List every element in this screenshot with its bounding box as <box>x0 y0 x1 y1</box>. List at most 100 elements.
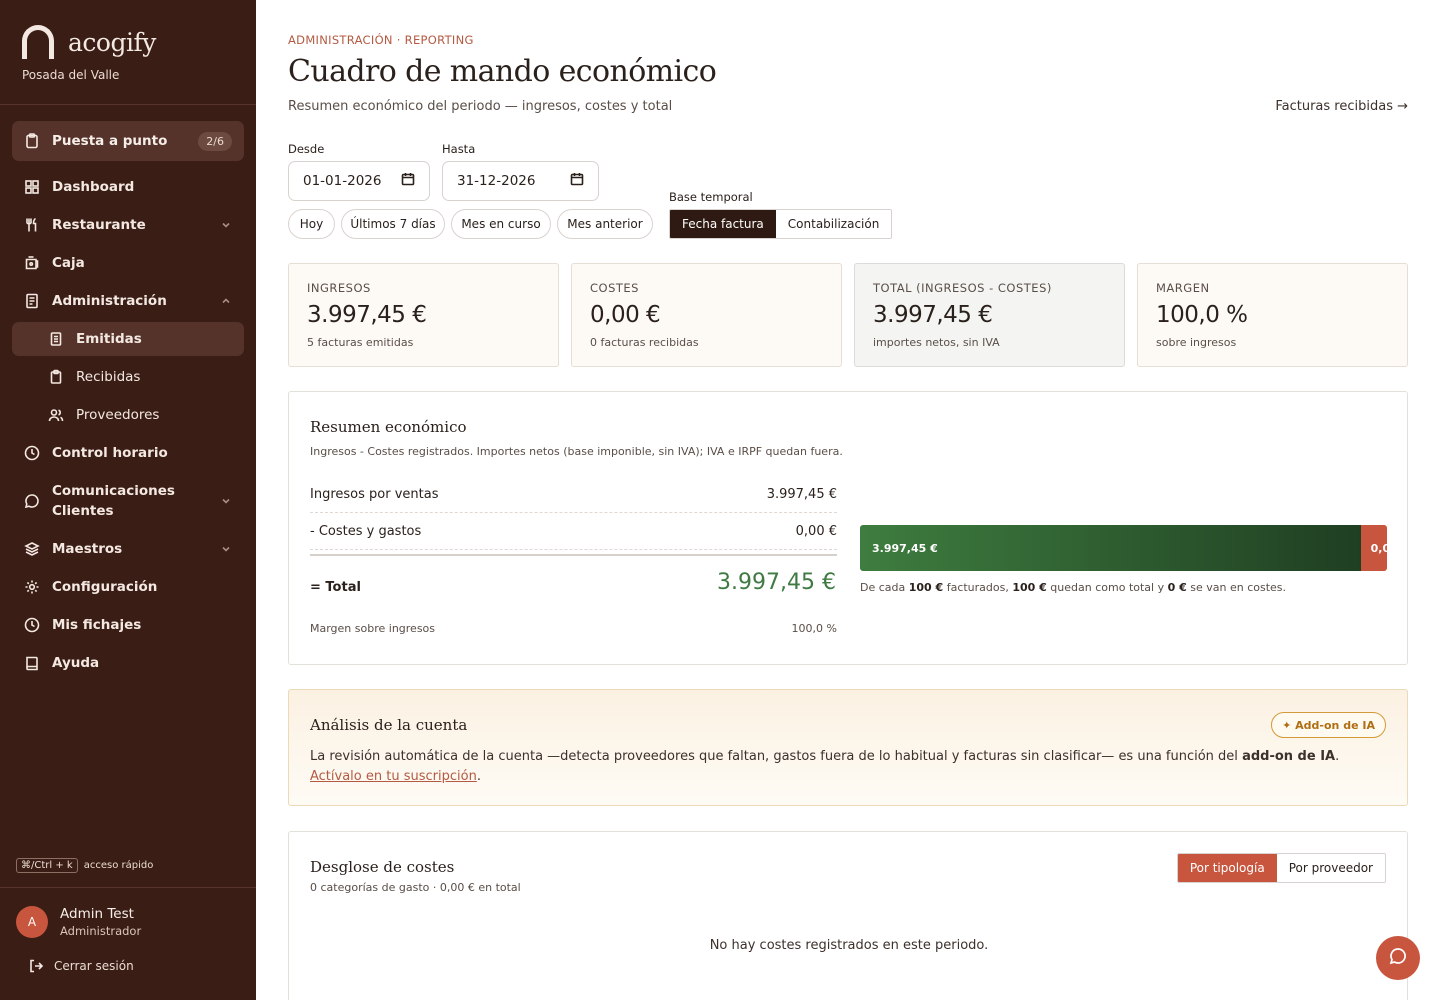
avatar: A <box>16 906 48 938</box>
kpi-card-ingresos: INGRESOS 3.997,45 € 5 facturas emitidas <box>288 263 559 367</box>
gear-icon <box>24 579 40 595</box>
sidebar-item-recibidas[interactable]: Recibidas <box>12 360 244 394</box>
grid-icon <box>24 179 40 195</box>
empty-state-message: No hay costes registrados en este period… <box>709 938 989 953</box>
chat-bubble-icon <box>1388 946 1408 970</box>
kpi-label: INGRESOS <box>307 281 371 295</box>
sidebar-item-label: Control horario <box>52 445 168 461</box>
quick-access-hint[interactable]: ⌘/Ctrl + k acceso rápido <box>16 858 153 873</box>
sidebar-item-label: Administración <box>52 293 167 309</box>
kpi-subtext: importes netos, sin IVA <box>873 336 1000 349</box>
time-base-accounting[interactable]: Contabilización <box>775 210 892 238</box>
sidebar-item-restaurante[interactable]: Restaurante <box>12 208 244 242</box>
costs-value: 0,00 € <box>795 524 837 539</box>
calendar-icon[interactable] <box>570 172 584 190</box>
bar-cost-segment: 0,00 € <box>1360 525 1387 571</box>
sidebar-item-maestros[interactable]: Maestros <box>12 532 244 566</box>
income-row: Ingresos por ventas 3.997,45 € <box>310 487 837 502</box>
brand-logo[interactable]: acogify <box>22 22 156 62</box>
sidebar-item-label: Mis fichajes <box>52 617 142 633</box>
breakdown-toggle: Por tipología Por proveedor <box>1176 853 1386 883</box>
sidebar-item-caja[interactable]: Caja <box>12 246 244 280</box>
sidebar-item-comunicaciones[interactable]: Comunicaciones Clientes <box>12 480 244 522</box>
caption-text: quedan como total y <box>1046 581 1168 594</box>
clipboard-icon <box>24 133 40 149</box>
breakdown-description: 0 categorías de gasto · 0,00 € en total <box>310 881 521 894</box>
income-value: 3.997,45 € <box>766 487 837 502</box>
shortcut-label: acceso rápido <box>83 860 154 871</box>
sidebar-item-administracion[interactable]: Administración <box>12 284 244 318</box>
preset-hoy-button[interactable]: Hoy <box>288 209 335 239</box>
margin-row: Margen sobre ingresos 100,0 % <box>310 622 837 635</box>
from-label: Desde <box>288 142 325 156</box>
sidebar-divider <box>0 887 256 888</box>
kpi-card-total: TOTAL (INGRESOS - COSTES) 3.997,45 € imp… <box>854 263 1125 367</box>
document-icon <box>24 293 40 309</box>
margin-label: Margen sobre ingresos <box>310 622 436 635</box>
book-icon <box>24 655 40 671</box>
user-profile[interactable]: A Admin Test Administrador <box>16 906 141 938</box>
sidebar-item-mis-fichajes[interactable]: Mis fichajes <box>12 608 244 642</box>
calendar-icon[interactable] <box>401 172 415 190</box>
received-invoices-link[interactable]: Facturas recibidas → <box>1275 99 1408 114</box>
preset-current-month-button[interactable]: Mes en curso <box>451 209 551 239</box>
sidebar-item-label: Configuración <box>52 579 158 595</box>
caption-amount: 100 € <box>908 581 944 594</box>
time-base-toggle: Fecha factura Contabilización <box>669 209 893 239</box>
sidebar-item-label: Dashboard <box>52 179 135 195</box>
to-date-input[interactable]: 31-12-2026 <box>442 161 599 201</box>
sidebar-item-label: Puesta a punto <box>52 133 168 149</box>
margin-value: 100,0 % <box>791 622 837 635</box>
caption-text: De cada <box>860 581 909 594</box>
summary-title: Resumen económico <box>310 418 467 436</box>
brand-name: acogify <box>68 27 156 57</box>
sidebar-item-label: Proveedores <box>76 407 160 423</box>
logout-icon <box>28 958 44 974</box>
logout-label: Cerrar sesión <box>54 959 134 973</box>
by-supplier-button[interactable]: Por proveedor <box>1276 854 1385 882</box>
invoice-icon <box>48 331 64 347</box>
kpi-value: 3.997,45 € <box>307 302 427 328</box>
from-date-input[interactable]: 01-01-2026 <box>288 161 430 201</box>
sidebar-item-dashboard[interactable]: Dashboard <box>12 170 244 204</box>
kpi-subtext: 5 facturas emitidas <box>307 336 414 349</box>
preset-last-month-button[interactable]: Mes anterior <box>557 209 653 239</box>
logout-button[interactable]: Cerrar sesión <box>28 958 134 974</box>
user-name: Admin Test <box>60 906 134 922</box>
bar-caption: De cada 100 € facturados, 100 € quedan c… <box>860 581 1286 594</box>
to-label: Hasta <box>442 142 476 156</box>
page-title: Cuadro de mando económico <box>288 54 717 89</box>
sidebar-item-control-horario[interactable]: Control horario <box>12 436 244 470</box>
caption-text: se van en costes. <box>1186 581 1287 594</box>
kpi-subtext: sobre ingresos <box>1156 336 1237 349</box>
chat-support-button[interactable] <box>1376 936 1420 980</box>
sidebar-item-emitidas[interactable]: Emitidas <box>12 322 244 356</box>
kpi-label: COSTES <box>590 281 639 295</box>
from-date-value: 01-01-2026 <box>303 173 382 189</box>
sidebar-item-setup[interactable]: Puesta a punto 2/6 <box>12 121 244 161</box>
sidebar-item-configuracion[interactable]: Configuración <box>12 570 244 604</box>
by-type-button[interactable]: Por tipología <box>1177 854 1277 882</box>
chevron-down-icon[interactable] <box>220 492 232 511</box>
user-role: Administrador <box>60 924 142 938</box>
time-base-invoice-date[interactable]: Fecha factura <box>670 210 776 238</box>
chevron-up-icon[interactable] <box>220 292 232 311</box>
costs-row: - Costes y gastos 0,00 € <box>310 524 837 539</box>
ai-addon-badge[interactable]: ✦ Add-on de IA <box>1271 712 1386 738</box>
caption-amount: 100 € <box>1012 581 1047 594</box>
ai-description: La revisión automática de la cuenta —det… <box>310 747 1385 787</box>
chevron-down-icon[interactable] <box>220 216 232 235</box>
kpi-card-costes: COSTES 0,00 € 0 facturas recibidas <box>571 263 842 367</box>
sidebar-item-proveedores[interactable]: Proveedores <box>12 398 244 432</box>
summary-description: Ingresos - Costes registrados. Importes … <box>310 445 843 458</box>
activate-subscription-link[interactable]: Actívalo en tu suscripción <box>310 769 477 784</box>
sidebar-item-label: Emitidas <box>76 331 142 347</box>
setup-progress-badge: 2/6 <box>198 131 232 151</box>
sidebar-item-ayuda[interactable]: Ayuda <box>12 646 244 680</box>
ai-analysis-card: Análisis de la cuenta ✦ Add-on de IA La … <box>288 689 1408 806</box>
sidebar-item-label: Comunicaciones Clientes <box>52 483 175 519</box>
ai-text: . <box>476 769 481 784</box>
kpi-subtext: 0 facturas recibidas <box>590 336 699 349</box>
preset-last7-button[interactable]: Últimos 7 días <box>341 209 445 239</box>
chevron-down-icon[interactable] <box>220 540 232 559</box>
